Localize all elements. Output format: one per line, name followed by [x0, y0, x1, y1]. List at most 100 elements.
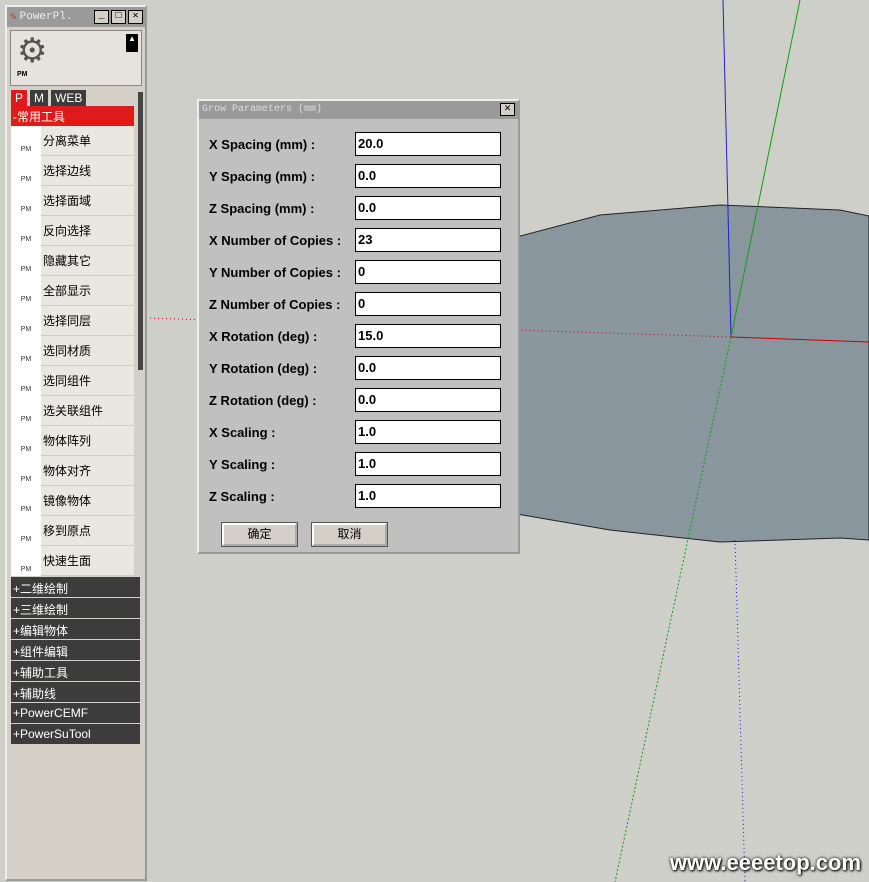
field-label: Z Number of Copies :	[209, 296, 341, 312]
tool-item[interactable]: PM 隐藏其它	[11, 245, 134, 276]
tool-label: 分离菜单	[43, 134, 92, 148]
scrollbar[interactable]	[138, 92, 143, 370]
field-input[interactable]: 23	[355, 228, 501, 252]
tool-label: 物体阵列	[43, 434, 92, 448]
tool-label: 镜像物体	[43, 494, 92, 508]
logo: ⚙ PM ▲	[10, 30, 142, 86]
close-button[interactable]: ✕	[128, 10, 143, 24]
field-label: Y Spacing (mm) :	[209, 168, 315, 184]
dialog-close-button[interactable]: ✕	[500, 103, 515, 116]
tool-label: 选择面域	[43, 194, 92, 208]
tool-item[interactable]: PM 物体阵列	[11, 425, 134, 456]
collapsed-section[interactable]: +二维绘制	[11, 577, 140, 597]
tool-icon: PM	[11, 425, 41, 456]
tool-item[interactable]: PM 全部显示	[11, 275, 134, 306]
field-input[interactable]: 0	[355, 292, 501, 316]
field-input[interactable]: 0.0	[355, 196, 501, 220]
collapsed-section[interactable]: +编辑物体	[11, 619, 140, 639]
ok-button[interactable]: 确定	[221, 522, 298, 547]
section-common-tools[interactable]: -常用工具	[11, 106, 134, 126]
powerplugin-panel: ✎ PowerPl. _ □ ✕ ⚙ PM ▲ P M WEB -常用工具 PM…	[5, 5, 147, 881]
collapse-toggle-icon[interactable]: ▲	[126, 34, 138, 52]
field-input[interactable]: 15.0	[355, 324, 501, 348]
tool-icon: PM	[11, 335, 41, 366]
tool-item[interactable]: PM 选择边线	[11, 155, 134, 186]
tool-label: 反向选择	[43, 224, 92, 238]
tool-icon: PM	[11, 125, 41, 156]
panel-title: PowerPl.	[19, 11, 73, 23]
minimize-button[interactable]: _	[94, 10, 109, 24]
field-label: X Rotation (deg) :	[209, 328, 318, 344]
tool-label: 选同组件	[43, 374, 92, 388]
panel-titlebar: ✎ PowerPl. _ □ ✕	[7, 7, 145, 27]
tool-icon: PM	[11, 365, 41, 396]
collapsed-section[interactable]: +辅助线	[11, 682, 140, 702]
tool-label: 快速生面	[43, 554, 92, 568]
field-input[interactable]: 1.0	[355, 484, 501, 508]
field-label: X Number of Copies :	[209, 232, 342, 248]
field-label: Z Scaling :	[209, 488, 275, 504]
tool-item[interactable]: PM 选择同层	[11, 305, 134, 336]
field-label: Y Number of Copies :	[209, 264, 341, 280]
tool-item[interactable]: PM 选关联组件	[11, 395, 134, 426]
field-input[interactable]: 1.0	[355, 452, 501, 476]
tool-label: 移到原点	[43, 524, 92, 538]
logo-label: PM	[17, 71, 28, 78]
collapsed-section[interactable]: +辅助工具	[11, 661, 140, 681]
tool-label: 选择同层	[43, 314, 92, 328]
tool-icon: PM	[11, 245, 41, 276]
gears-icon: ⚙	[17, 32, 48, 70]
collapsed-section[interactable]: +组件编辑	[11, 640, 140, 660]
field-input[interactable]: 20.0	[355, 132, 501, 156]
dialog-titlebar: Grow Parameters (mm) ✕	[199, 101, 518, 119]
tool-item[interactable]: PM 反向选择	[11, 215, 134, 246]
tool-label: 隐藏其它	[43, 254, 92, 268]
tool-label: 选关联组件	[43, 404, 104, 418]
field-label: Z Rotation (deg) :	[209, 392, 317, 408]
field-label: Z Spacing (mm) :	[209, 200, 315, 216]
tool-item[interactable]: PM 分离菜单	[11, 125, 134, 156]
tool-item[interactable]: PM 移到原点	[11, 515, 134, 546]
tab-web[interactable]: WEB	[51, 90, 87, 106]
tool-icon: PM	[11, 545, 41, 576]
tab-p[interactable]: P	[11, 90, 28, 106]
tool-item[interactable]: PM 物体对齐	[11, 455, 134, 486]
tool-item[interactable]: PM 选同材质	[11, 335, 134, 366]
tool-item[interactable]: PM 选择面域	[11, 185, 134, 216]
face-polygon	[504, 204, 869, 543]
tool-label: 物体对齐	[43, 464, 92, 478]
field-input[interactable]: 0.0	[355, 356, 501, 380]
tool-icon: PM	[11, 485, 41, 516]
field-input[interactable]: 0	[355, 260, 501, 284]
tool-icon: PM	[11, 275, 41, 306]
tool-item[interactable]: PM 快速生面	[11, 545, 134, 576]
field-input[interactable]: 1.0	[355, 420, 501, 444]
tool-label: 全部显示	[43, 284, 92, 298]
tool-icon: PM	[11, 185, 41, 216]
tool-icon: PM	[11, 455, 41, 486]
tool-item[interactable]: PM 选同组件	[11, 365, 134, 396]
tool-icon: PM	[11, 395, 41, 426]
tab-m[interactable]: M	[30, 90, 49, 106]
tool-label: 选择边线	[43, 164, 92, 178]
blue-axis-dotted	[734, 539, 746, 882]
field-label: Y Scaling :	[209, 456, 276, 472]
app-icon: ✎	[10, 12, 17, 24]
field-input[interactable]: 0.0	[355, 388, 501, 412]
collapsed-section[interactable]: +三维绘制	[11, 598, 140, 618]
cancel-button[interactable]: 取消	[311, 522, 388, 547]
watermark: www.eeeetop.com	[669, 850, 861, 875]
dialog-title: Grow Parameters (mm)	[202, 104, 323, 115]
field-label: Y Rotation (deg) :	[209, 360, 318, 376]
tool-icon: PM	[11, 305, 41, 336]
field-label: X Scaling :	[209, 424, 276, 440]
maximize-button[interactable]: □	[111, 10, 126, 24]
field-label: X Spacing (mm) :	[209, 136, 316, 152]
tool-icon: PM	[11, 515, 41, 546]
collapsed-section[interactable]: +PowerCEMF	[11, 703, 140, 723]
field-input[interactable]: 0.0	[355, 164, 501, 188]
tool-item[interactable]: PM 镜像物体	[11, 485, 134, 516]
tool-icon: PM	[11, 155, 41, 186]
collapsed-section[interactable]: +PowerSuTool	[11, 724, 140, 744]
tool-label: 选同材质	[43, 344, 92, 358]
